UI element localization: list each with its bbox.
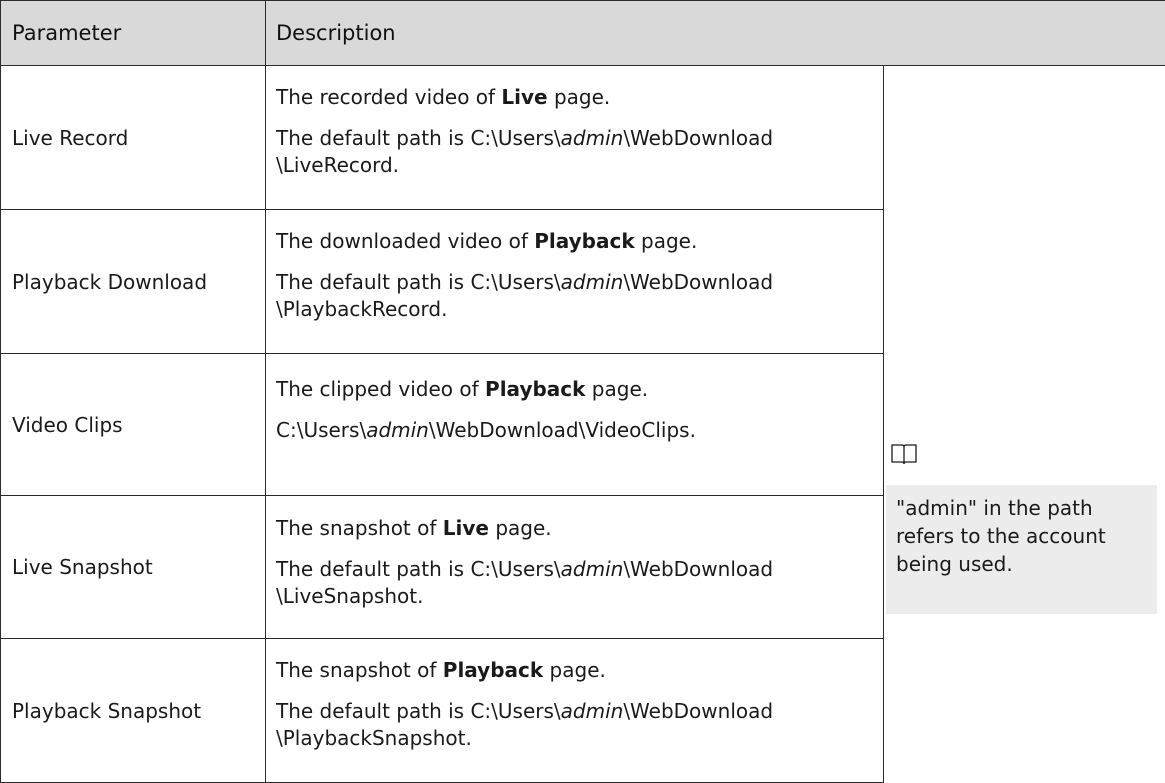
table-row: Live Record The recorded video of Live p… [0,66,884,209]
description-line: The clipped video of Playback page. [276,377,649,401]
table-row: Playback Snapshot The snapshot of Playba… [0,639,884,782]
path-line: The default path is C:\Users\admin\WebDo… [276,699,774,750]
description-cell: The clipped video of Playback page. C:\U… [265,376,883,444]
book-icon [890,442,918,466]
table-row: Video Clips The clipped video of Playbac… [0,354,884,495]
description-line: The snapshot of Live page. [276,516,552,540]
parameter-cell: Video Clips [12,412,123,437]
table-row: Live Snapshot The snapshot of Live page.… [0,496,884,638]
parameter-cell: Live Snapshot [12,555,153,579]
parameter-cell: Playback Download [12,269,208,294]
path-line: C:\Users\admin\WebDownload\VideoClips. [276,418,696,442]
parameter-cell: Live Record [12,125,129,150]
path-line: The default path is C:\Users\admin\WebDo… [276,126,774,177]
parameter-table: Parameter Description Live Record The re… [0,0,1165,783]
description-line: The snapshot of Playback page. [276,658,606,682]
description-line: The recorded video of Live page. [276,85,611,109]
description-cell: The snapshot of Playback page. The defau… [265,657,883,752]
description-cell: The downloaded video of Playback page. T… [265,228,883,323]
header-parameter: Parameter [12,20,122,45]
path-line: The default path is C:\Users\admin\WebDo… [276,557,774,608]
table-row: Playback Download The downloaded video o… [0,210,884,353]
description-cell: The snapshot of Live page. The default p… [265,515,883,610]
path-line: The default path is C:\Users\admin\WebDo… [276,270,774,321]
description-cell: The recorded video of Live page. The def… [265,84,883,179]
table-header: Parameter Description [0,0,1165,65]
header-description: Description [276,20,396,45]
description-line: The downloaded video of Playback page. [276,229,698,253]
note-text: "admin" in the path refers to the accoun… [886,485,1157,614]
parameter-cell: Playback Snapshot [12,698,202,723]
grid-line [0,0,1165,1]
